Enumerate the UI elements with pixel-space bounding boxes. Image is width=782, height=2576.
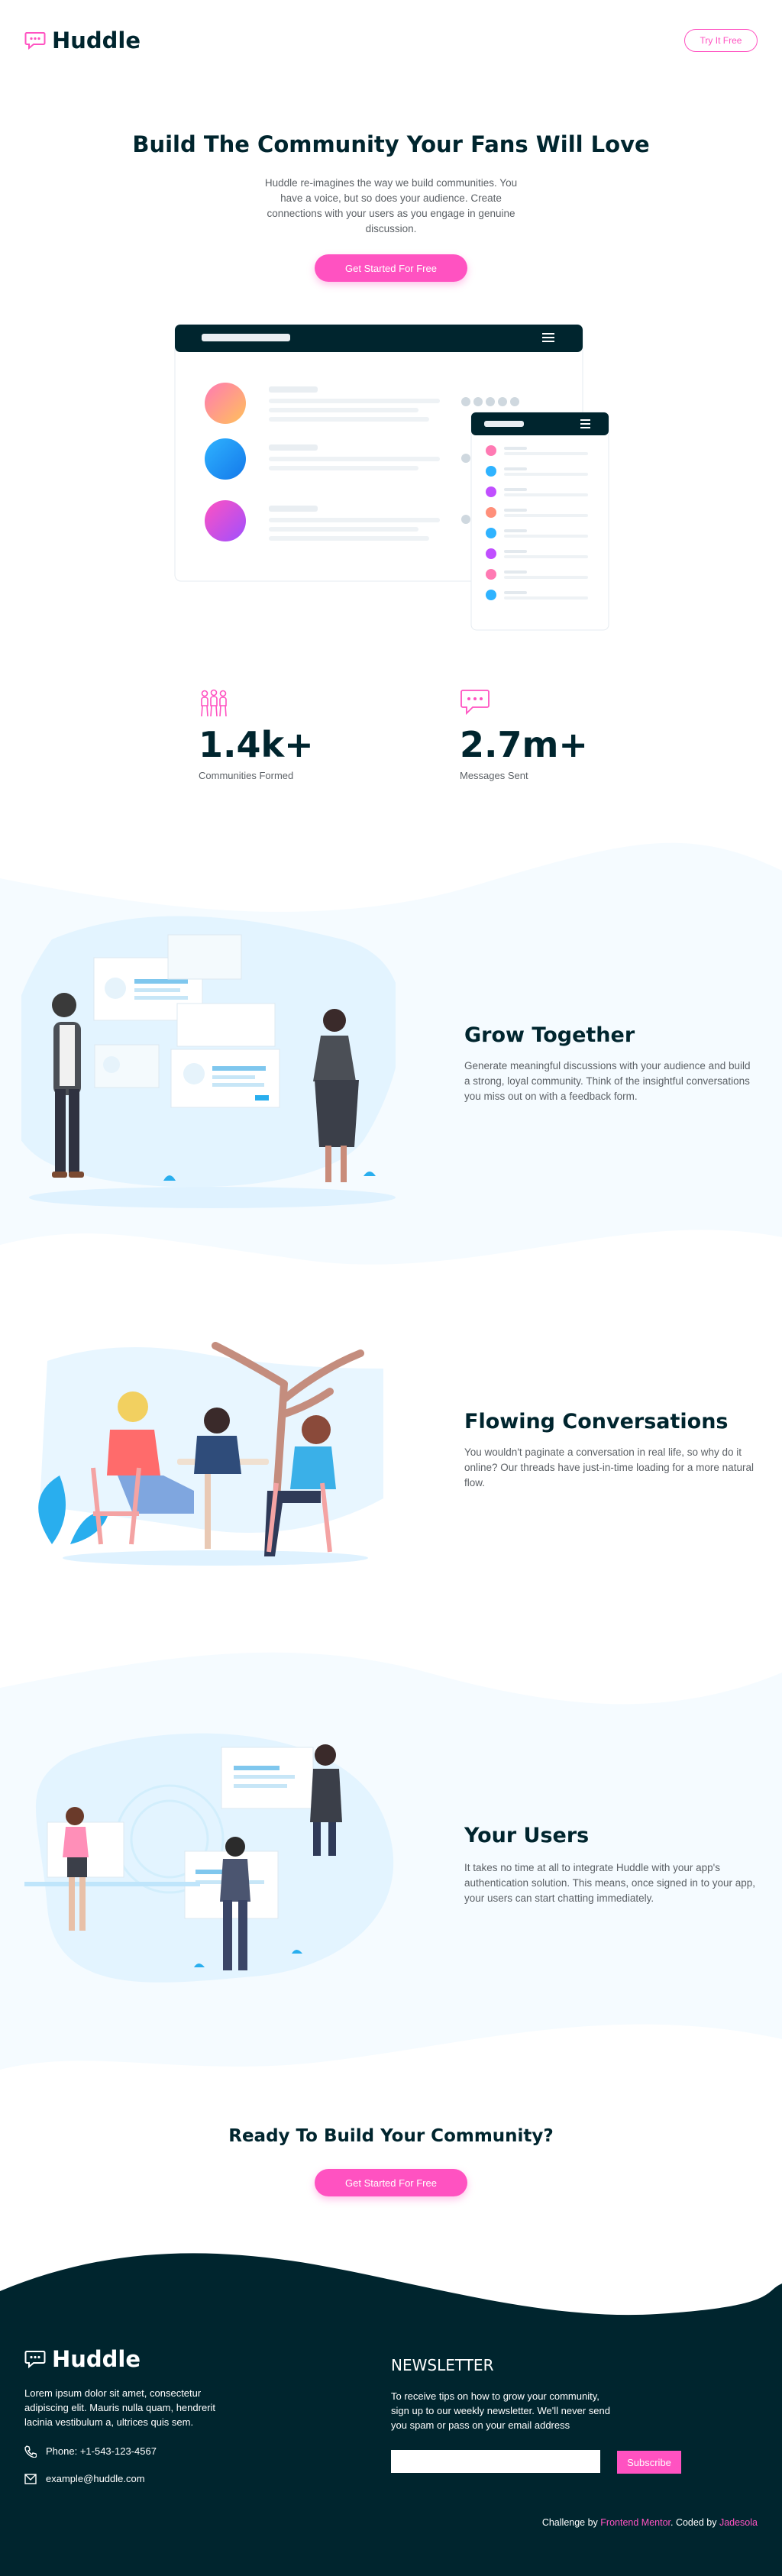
email-text[interactable]: example@huddle.com: [46, 2471, 145, 2486]
logo-text: Huddle: [52, 27, 141, 53]
stat-communities: 1.4k+ Communities Formed: [199, 689, 321, 784]
hero-title: Build The Community Your Fans Will Love: [132, 131, 650, 157]
attribution-mid: . Coded by: [671, 2517, 717, 2528]
feature-description: Generate meaningful discussions with you…: [464, 1060, 751, 1102]
messages-icon: [460, 690, 490, 716]
logo[interactable]: Huddle: [24, 27, 141, 53]
cta-get-started-button[interactable]: Get Started For Free: [315, 2169, 467, 2196]
feature-title: Grow Together: [464, 1023, 635, 1047]
stat-value: 2.7m+: [460, 724, 588, 765]
stat-value: 1.4k+: [199, 724, 314, 765]
header: Huddle Try It Free: [0, 0, 782, 84]
phone-icon: [24, 2445, 37, 2458]
try-free-button[interactable]: Try It Free: [684, 29, 758, 52]
stat-label: Communities Formed: [199, 770, 294, 781]
subscribe-button[interactable]: Subscribe: [617, 2451, 681, 2474]
footer-email: example@huddle.com: [24, 2471, 145, 2486]
cta-title: Ready To Build Your Community?: [228, 2126, 554, 2146]
footer-logo[interactable]: Huddle: [24, 2346, 141, 2372]
feature-description: It takes no time at all to integrate Hud…: [464, 1862, 755, 1904]
footer-about: Lorem ipsum dolor sit amet, consectetur …: [24, 2387, 216, 2428]
email-icon: [24, 2473, 37, 2484]
author-link[interactable]: Jadesola: [719, 2517, 758, 2528]
frontend-mentor-link[interactable]: Frontend Mentor: [600, 2517, 671, 2528]
footer-phone: Phone: +1-543-123-4567: [24, 2444, 157, 2458]
hero-description: Huddle re-imagines the way we build comm…: [264, 177, 518, 234]
feature-description: You wouldn't paginate a conversation in …: [464, 1446, 754, 1488]
feature-title: Flowing Conversations: [464, 1410, 729, 1433]
attribution: Challenge by Frontend Mentor. Coded by J…: [489, 2517, 758, 2528]
stat-messages: 2.7m+ Messages Sent: [460, 689, 588, 784]
hero-mockup: [174, 324, 609, 631]
stat-label: Messages Sent: [460, 770, 528, 781]
feature-3-illustration: [24, 1724, 399, 2007]
attribution-prefix: Challenge by: [541, 2517, 598, 2528]
communities-icon: [201, 689, 227, 717]
feature-title: Your Users: [464, 1824, 590, 1847]
phone-text: Phone: +1-543-123-4567: [46, 2445, 157, 2457]
chat-bubble-icon: [24, 2351, 46, 2368]
feature-2-illustration: [24, 1315, 391, 1582]
chat-bubble-icon: [24, 32, 46, 50]
newsletter-text: To receive tips on how to grow your comm…: [391, 2390, 610, 2431]
newsletter-title: NEWSLETTER: [391, 2356, 494, 2374]
footer: Huddle Lorem ipsum dolor sit amet, conse…: [0, 2238, 782, 2576]
feature-1-illustration: [4, 909, 402, 1214]
footer-logo-text: Huddle: [52, 2346, 141, 2372]
hero-get-started-button[interactable]: Get Started For Free: [315, 254, 467, 282]
newsletter-email-input[interactable]: [391, 2450, 600, 2473]
